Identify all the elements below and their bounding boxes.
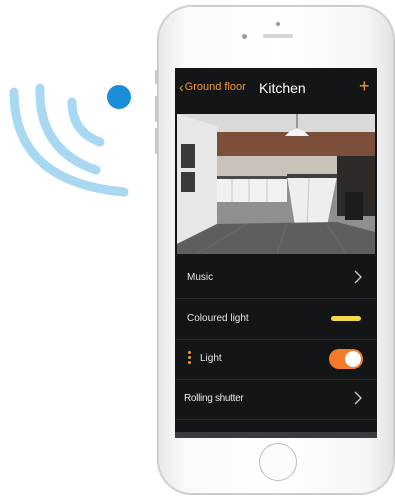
volume-button: [155, 128, 158, 154]
front-camera: [242, 34, 247, 39]
nav-bar: ‹ Ground floor Kitchen +: [175, 68, 377, 116]
chevron-left-icon: ‹: [179, 78, 184, 95]
add-button[interactable]: +: [359, 76, 370, 97]
row-label: Music: [187, 272, 214, 283]
coloured-light-swatch[interactable]: [331, 316, 361, 321]
drag-handle-icon[interactable]: [188, 351, 191, 366]
row-label: Light: [200, 353, 222, 364]
row-label: Rolling shutter: [184, 393, 244, 404]
chevron-right-icon: [354, 270, 362, 284]
proximity-sensor: [276, 22, 280, 26]
chevron-right-icon: [354, 391, 362, 405]
page-title: Kitchen: [259, 80, 306, 96]
app-screen: ‹ Ground floor Kitchen + Music Coloured …: [175, 68, 377, 438]
phone-device: ‹ Ground floor Kitchen + Music Coloured …: [155, 6, 394, 494]
back-button[interactable]: ‹ Ground floor: [179, 78, 246, 95]
toggle-knob: [345, 351, 361, 367]
list-item-coloured-light[interactable]: Coloured light: [175, 299, 377, 340]
list-item-light[interactable]: Light: [175, 339, 377, 380]
list-item-rolling-shutter[interactable]: Rolling shutter: [175, 379, 377, 420]
list-item-music[interactable]: Music: [175, 258, 377, 299]
row-label: Coloured light: [187, 313, 249, 324]
volume-button: [155, 70, 158, 84]
volume-button: [155, 96, 158, 122]
kitchen-photo: [177, 114, 375, 254]
bottom-bar: [175, 432, 377, 438]
home-button[interactable]: [259, 443, 297, 481]
wifi-icon: [9, 83, 131, 197]
back-label: Ground floor: [184, 81, 246, 93]
earpiece-speaker: [263, 34, 293, 38]
light-toggle[interactable]: [329, 349, 363, 369]
